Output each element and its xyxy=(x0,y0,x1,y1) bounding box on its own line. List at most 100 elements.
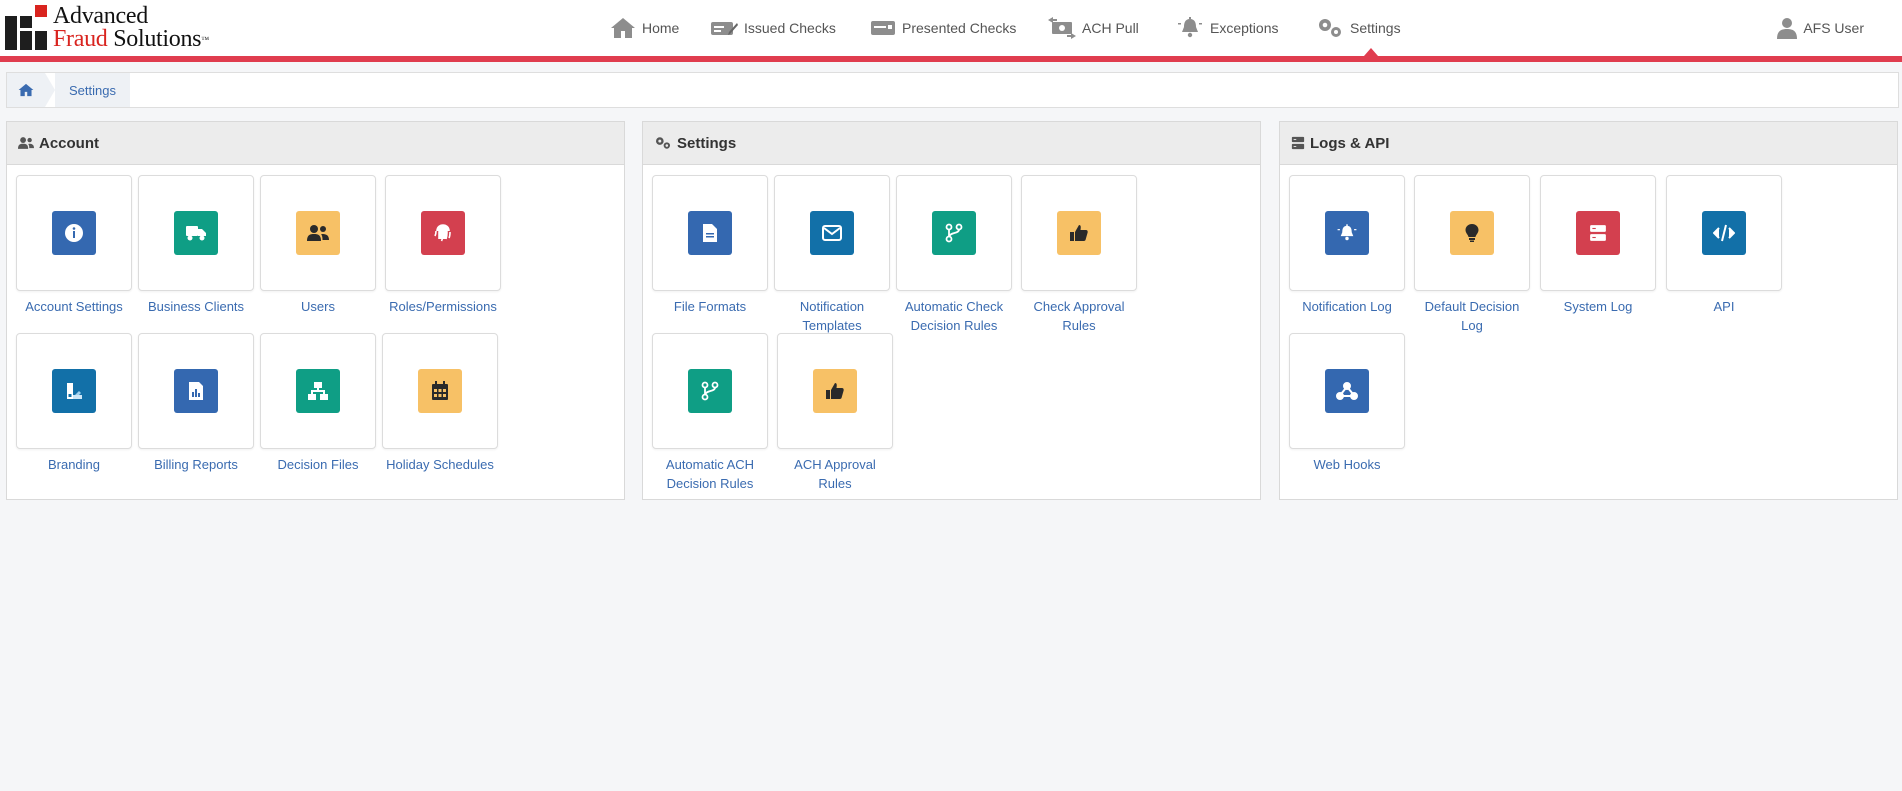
nav-exceptions[interactable]: Exceptions xyxy=(1176,0,1316,56)
sitemap-icon xyxy=(308,382,328,400)
fingerprint-icon xyxy=(434,224,451,242)
panel-header: Logs & API xyxy=(1280,122,1897,165)
tile-label: Automatic Check Decision Rules xyxy=(904,299,1004,333)
tile-label: Roles/Permissions xyxy=(389,299,497,314)
tile-label: Business Clients xyxy=(147,299,245,314)
tile-billing-reports[interactable]: Billing Reports xyxy=(138,333,254,474)
lightbulb-icon xyxy=(1465,224,1479,242)
breadcrumb-current: Settings xyxy=(55,73,130,107)
tile-file-formats[interactable]: File Formats xyxy=(652,175,768,316)
tile-label: Billing Reports xyxy=(154,457,238,472)
tile-account-settings[interactable]: Account Settings xyxy=(16,175,132,316)
nav-home-label: Home xyxy=(642,20,680,36)
code-branch-icon xyxy=(701,381,719,401)
panel-title: Logs & API xyxy=(1310,134,1390,152)
tile-ach-approval-rules[interactable]: ACH Approval Rules xyxy=(777,333,893,493)
file-icon xyxy=(703,224,717,242)
nav-home[interactable]: Home xyxy=(610,0,710,56)
tile-notification-templates[interactable]: Notification Templates xyxy=(774,175,890,335)
user-icon xyxy=(1777,18,1798,39)
navbar-accent-line xyxy=(0,56,1902,62)
tile-label: Web Hooks xyxy=(1313,457,1381,472)
code-branch-icon xyxy=(945,223,963,243)
tile-label: Users xyxy=(301,299,335,314)
tile-label: Account Settings xyxy=(25,299,123,314)
tile-label: Branding xyxy=(47,457,101,472)
nav-issued-checks[interactable]: Issued Checks xyxy=(710,0,870,56)
tile-automatic-ach-decision-rules[interactable]: Automatic ACH Decision Rules xyxy=(652,333,768,493)
tile-api[interactable]: API xyxy=(1666,175,1782,316)
tile-roles-permissions[interactable]: Roles/Permissions xyxy=(385,175,501,316)
settings-panel: Settings File Formats Notification Templ… xyxy=(642,121,1261,500)
tile-label: Check Approval Rules xyxy=(1033,299,1125,333)
users-icon xyxy=(18,137,34,149)
company-logo[interactable]: Advanced Fraud Solutions™ xyxy=(5,3,209,52)
panel-header: Account xyxy=(7,122,624,165)
tile-holiday-schedules[interactable]: Holiday Schedules xyxy=(382,333,498,474)
panel-title: Settings xyxy=(677,134,737,152)
active-nav-indicator xyxy=(1364,48,1378,56)
envelope-icon xyxy=(822,225,842,241)
bell-icon xyxy=(1337,224,1357,241)
info-icon xyxy=(65,224,83,242)
tile-system-log[interactable]: System Log xyxy=(1540,175,1656,316)
money-transfer-icon xyxy=(1048,17,1076,39)
tile-label: API xyxy=(1713,299,1735,314)
tile-notification-log[interactable]: Notification Log xyxy=(1289,175,1405,316)
panel-header: Settings xyxy=(643,122,1260,165)
nav-presented-checks[interactable]: Presented Checks xyxy=(870,0,1048,56)
tile-label: Automatic ACH Decision Rules xyxy=(665,457,755,491)
nav-ach-pull[interactable]: ACH Pull xyxy=(1048,0,1176,56)
gears-icon xyxy=(656,137,670,149)
nav-exceptions-label: Exceptions xyxy=(1210,20,1279,36)
tile-label: Holiday Schedules xyxy=(386,457,494,472)
webhook-icon xyxy=(1336,382,1358,400)
bell-icon xyxy=(1178,17,1202,38)
code-icon xyxy=(1713,224,1735,242)
report-icon xyxy=(189,382,203,400)
tile-default-decision-log[interactable]: Default Decision Log xyxy=(1414,175,1530,335)
tile-check-approval-rules[interactable]: Check Approval Rules xyxy=(1021,175,1137,335)
tile-label: System Log xyxy=(1563,299,1633,314)
tile-branding[interactable]: Branding xyxy=(16,333,132,474)
breadcrumb: Settings xyxy=(6,72,1899,108)
tile-label: File Formats xyxy=(673,299,747,314)
nav-settings-label: Settings xyxy=(1350,20,1401,36)
user-menu[interactable]: AFS User xyxy=(1777,0,1864,56)
thumbs-up-icon xyxy=(826,383,844,399)
tile-decision-files[interactable]: Decision Files xyxy=(260,333,376,474)
breadcrumb-home[interactable] xyxy=(7,73,55,107)
tile-label: Notification Templates xyxy=(799,299,865,333)
tile-label: Default Decision Log xyxy=(1424,299,1520,333)
tile-web-hooks[interactable]: Web Hooks xyxy=(1289,333,1405,474)
account-panel: Account Account Settings Business Client… xyxy=(6,121,625,500)
home-icon xyxy=(18,83,34,97)
user-name: AFS User xyxy=(1803,20,1864,36)
tile-label: Decision Files xyxy=(277,457,359,472)
logs-api-panel: Logs & API Notification Log Default Deci… xyxy=(1279,121,1898,500)
palette-icon xyxy=(67,383,82,399)
main-nav: Home Issued Checks Presented Checks ACH … xyxy=(610,0,1426,56)
nav-presented-checks-label: Presented Checks xyxy=(902,20,1017,36)
pen-check-icon xyxy=(711,22,738,35)
nav-settings[interactable]: Settings xyxy=(1316,0,1426,56)
thumbs-up-icon xyxy=(1070,225,1088,241)
users-icon xyxy=(307,225,329,241)
tile-automatic-check-decision-rules[interactable]: Automatic Check Decision Rules xyxy=(896,175,1012,335)
logo-mark xyxy=(5,5,49,50)
nav-ach-pull-label: ACH Pull xyxy=(1082,20,1139,36)
gears-icon xyxy=(1319,19,1341,37)
tile-label: ACH Approval Rules xyxy=(794,457,876,491)
home-icon xyxy=(611,18,635,38)
top-navbar: Advanced Fraud Solutions™ Home Issued Ch… xyxy=(0,0,1902,56)
tile-business-clients[interactable]: Business Clients xyxy=(138,175,254,316)
tile-label: Notification Log xyxy=(1302,299,1392,314)
truck-icon xyxy=(186,226,206,241)
tile-users[interactable]: Users xyxy=(260,175,376,316)
server-icon xyxy=(1590,225,1606,241)
server-icon xyxy=(1291,136,1305,150)
logo-wordmark: Advanced Fraud Solutions™ xyxy=(53,3,209,52)
check-card-icon xyxy=(871,21,895,35)
panel-title: Account xyxy=(39,134,99,152)
calendar-icon xyxy=(432,381,448,400)
